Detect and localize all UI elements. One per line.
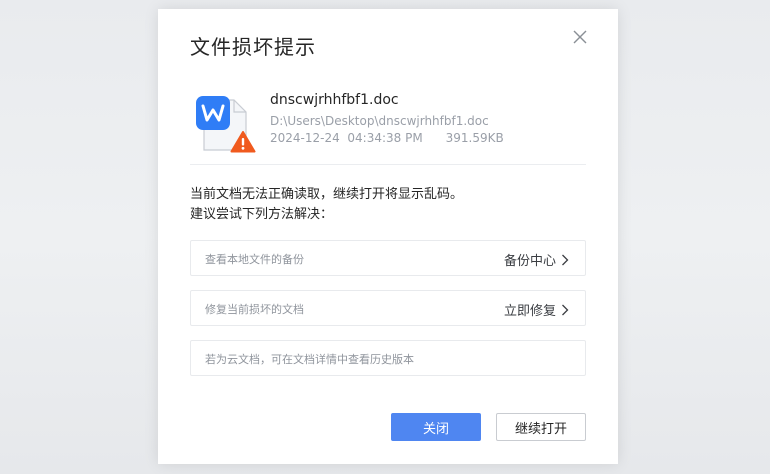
option-label: 查看本地文件的备份: [205, 253, 304, 266]
option-cloud-history: 若为云文档，可在文档详情中查看历史版本: [190, 340, 586, 376]
file-path: D:\Users\Desktop\dnscwjrhhfbf1.doc: [270, 114, 489, 128]
backup-center-link[interactable]: 备份中心: [504, 250, 569, 269]
dialog-title: 文件损坏提示: [190, 35, 316, 59]
close-icon[interactable]: [570, 27, 590, 47]
repair-now-link[interactable]: 立即修复: [504, 300, 569, 319]
continue-open-button[interactable]: 继续打开: [496, 413, 586, 441]
chevron-right-icon: [562, 304, 569, 315]
error-message: 当前文档无法正确读取，继续打开将显示乱码。 建议尝试下列方法解决：: [190, 185, 463, 225]
message-line-1: 当前文档无法正确读取，继续打开将显示乱码。: [190, 187, 464, 202]
option-label: 修复当前损坏的文档: [205, 303, 304, 316]
option-backup-center[interactable]: 查看本地文件的备份 备份中心: [190, 240, 586, 276]
file-time: 04:34:38 PM: [347, 131, 423, 145]
warning-icon: [230, 131, 256, 153]
option-label: 若为云文档，可在文档详情中查看历史版本: [205, 353, 414, 366]
file-date: 2024-12-24: [270, 131, 340, 145]
wps-writer-doc-icon: [194, 92, 256, 158]
message-line-2: 建议尝试下列方法解决：: [190, 207, 334, 222]
file-corrupt-dialog: 文件损坏提示 dnscwjrhhfbf1.doc D:\Users\Deskto…: [158, 9, 618, 464]
file-size: 391.59KB: [445, 131, 504, 145]
close-button[interactable]: 关闭: [391, 413, 481, 441]
file-meta: 2024-12-24 04:34:38 PM 391.59KB: [270, 131, 504, 145]
option-repair-now[interactable]: 修复当前损坏的文档 立即修复: [190, 290, 586, 326]
chevron-right-icon: [562, 254, 569, 265]
divider: [190, 164, 586, 165]
file-name: dnscwjrhhfbf1.doc: [270, 92, 399, 108]
option-action-label: 立即修复: [503, 304, 556, 319]
option-action-label: 备份中心: [503, 254, 556, 269]
